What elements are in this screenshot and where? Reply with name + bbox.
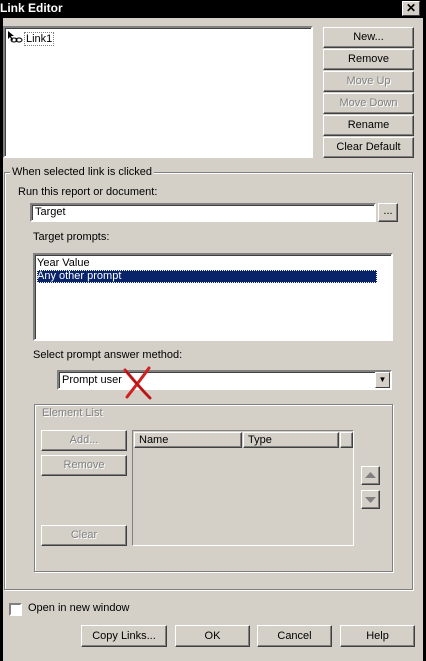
rename-button[interactable]: Rename: [323, 115, 414, 136]
arrow-up-icon: [365, 472, 376, 478]
column-header-filler: [340, 432, 353, 448]
prompt-item-any-other[interactable]: Any other prompt: [37, 270, 377, 283]
remove-link-button[interactable]: Remove: [323, 49, 414, 70]
prompt-item-label: Year Value: [37, 257, 90, 269]
column-header-type[interactable]: Type: [243, 432, 339, 448]
answer-method-label: Select prompt answer method:: [33, 349, 183, 361]
remove-element-button[interactable]: Remove: [41, 455, 127, 476]
answer-method-dropdown[interactable]: Prompt user: [57, 370, 392, 390]
answer-method-value: Prompt user: [62, 374, 122, 386]
browse-button-label: ...: [383, 205, 393, 217]
cancel-button[interactable]: Cancel: [257, 625, 332, 647]
add-element-button-label: Add...: [69, 434, 99, 446]
remove-element-button-label: Remove: [63, 459, 105, 471]
move-up-button[interactable]: Move Up: [323, 71, 414, 92]
copy-links-button-label: Copy Links...: [92, 630, 156, 642]
move-down-button[interactable]: Move Down: [323, 93, 414, 114]
add-element-button[interactable]: Add...: [41, 430, 127, 451]
target-input[interactable]: Target: [30, 203, 376, 222]
target-prompts-label: Target prompts:: [33, 231, 110, 243]
browse-button[interactable]: ...: [378, 203, 398, 222]
column-header-name-label: Name: [139, 434, 169, 446]
move-down-button-label: Move Down: [339, 97, 398, 109]
target-input-value: Target: [35, 206, 66, 218]
window-title: Link Editor: [0, 1, 63, 15]
close-icon: ✕: [405, 1, 417, 15]
clear-default-button-label: Clear Default: [336, 141, 401, 153]
clear-element-button[interactable]: Clear: [41, 525, 127, 546]
move-element-up-button[interactable]: [361, 466, 380, 485]
remove-link-button-label: Remove: [348, 53, 389, 65]
clear-element-button-label: Clear: [70, 529, 98, 541]
cancel-button-label: Cancel: [277, 630, 312, 642]
move-element-down-button[interactable]: [361, 490, 380, 509]
run-report-label: Run this report or document:: [18, 186, 158, 198]
new-button[interactable]: New...: [323, 27, 414, 48]
title-bar[interactable]: [0, 0, 426, 18]
chevron-down-icon[interactable]: ▼: [375, 372, 390, 388]
column-header-type-label: Type: [248, 434, 272, 446]
prompt-item-year-value[interactable]: Year Value: [37, 257, 377, 270]
link-chain-icon: [8, 31, 23, 43]
prompt-item-label: Any other prompt: [37, 270, 122, 282]
column-header-name[interactable]: Name: [134, 432, 242, 448]
arrow-down-icon: [365, 497, 376, 503]
help-button-label: Help: [366, 630, 389, 642]
rename-button-label: Rename: [347, 119, 390, 131]
red-x-annotation-icon: [123, 366, 152, 400]
open-new-window-checkbox[interactable]: [9, 603, 22, 616]
move-up-button-label: Move Up: [346, 75, 391, 87]
ok-button[interactable]: OK: [175, 625, 250, 647]
copy-links-button[interactable]: Copy Links...: [81, 625, 167, 647]
when-clicked-group-label: When selected link is clicked: [10, 166, 155, 178]
clear-default-button[interactable]: Clear Default: [323, 137, 414, 158]
open-new-window-label: Open in new window: [28, 602, 130, 614]
list-item-label: Link1: [24, 32, 55, 46]
close-button[interactable]: ✕: [402, 1, 420, 16]
new-button-label: New...: [353, 31, 384, 43]
element-list-group-label: Element List: [42, 407, 103, 419]
help-button[interactable]: Help: [340, 625, 415, 647]
ok-button-label: OK: [204, 630, 221, 642]
